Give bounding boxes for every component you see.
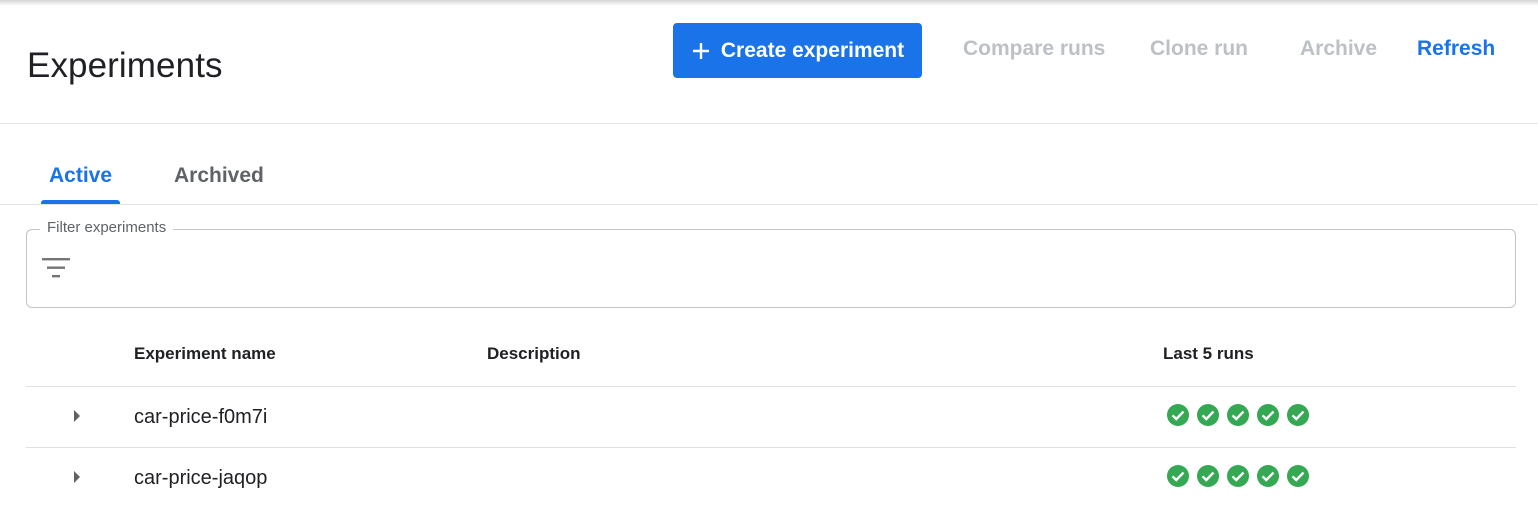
check-circle-icon[interactable]	[1257, 404, 1279, 426]
triangle-right-icon[interactable]	[73, 409, 81, 428]
page-header: Experiments Create experiment Compare ru…	[0, 0, 1538, 124]
table-row[interactable]: car-price-f0m7i	[26, 387, 1516, 448]
table-row[interactable]: car-price-jaqop	[26, 448, 1516, 509]
filter-list-icon	[42, 257, 70, 284]
refresh-button[interactable]: Refresh	[1417, 37, 1495, 61]
check-circle-icon[interactable]	[1197, 465, 1219, 487]
experiment-name[interactable]: car-price-jaqop	[134, 467, 267, 490]
plus-icon	[691, 41, 711, 61]
experiment-tabs: Active Archived	[0, 124, 1538, 205]
tab-active[interactable]: Active	[49, 164, 112, 188]
experiment-name[interactable]: car-price-f0m7i	[134, 406, 267, 429]
triangle-right-icon[interactable]	[73, 470, 81, 489]
check-circle-icon[interactable]	[1287, 404, 1309, 426]
check-circle-icon[interactable]	[1167, 404, 1189, 426]
last-runs-status	[1167, 404, 1317, 426]
column-header-name[interactable]: Experiment name	[134, 344, 276, 364]
create-experiment-label: Create experiment	[720, 38, 905, 62]
archive-button[interactable]: Archive	[1300, 37, 1377, 61]
filter-input[interactable]	[82, 252, 1502, 286]
last-runs-status	[1167, 465, 1317, 487]
compare-runs-button[interactable]: Compare runs	[963, 37, 1105, 61]
filter-label: Filter experiments	[40, 219, 174, 236]
page-title: Experiments	[27, 46, 223, 85]
check-circle-icon[interactable]	[1287, 465, 1309, 487]
column-header-description[interactable]: Description	[487, 344, 581, 364]
check-circle-icon[interactable]	[1167, 465, 1189, 487]
check-circle-icon[interactable]	[1257, 465, 1279, 487]
column-header-last-runs: Last 5 runs	[1163, 344, 1254, 363]
tab-archived[interactable]: Archived	[174, 164, 264, 188]
clone-run-button[interactable]: Clone run	[1150, 37, 1248, 61]
check-circle-icon[interactable]	[1197, 404, 1219, 426]
active-tab-indicator	[41, 200, 120, 204]
check-circle-icon[interactable]	[1227, 465, 1249, 487]
create-experiment-button[interactable]: Create experiment	[673, 23, 922, 78]
check-circle-icon[interactable]	[1227, 404, 1249, 426]
